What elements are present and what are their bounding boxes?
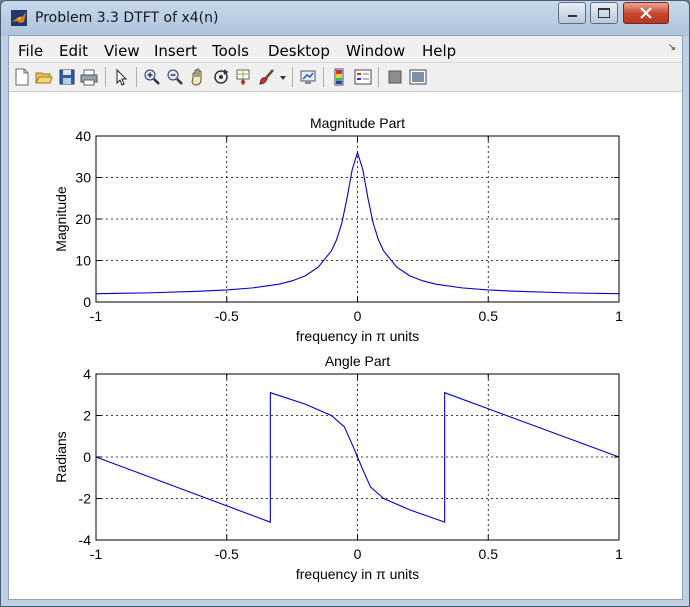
insert-legend-icon[interactable] — [354, 68, 372, 86]
brush-dropdown-icon[interactable] — [279, 68, 287, 86]
toolbar-separator — [292, 67, 293, 87]
y-tick-label: 10 — [75, 253, 91, 269]
zoom-out-icon[interactable] — [166, 68, 184, 86]
figure-toolbar — [9, 63, 682, 92]
y-tick-label: 0 — [83, 449, 91, 465]
open-file-icon[interactable] — [35, 68, 53, 86]
menu-window[interactable]: Window — [346, 42, 405, 60]
y-tick-label: 2 — [83, 408, 91, 424]
figure-client-area: File Edit View Insert Tools Desktop Wind… — [8, 35, 683, 600]
toolbar-separator — [105, 67, 106, 87]
y-tick-label: 30 — [75, 170, 91, 186]
x-tick-label: -1 — [90, 308, 103, 324]
menu-insert[interactable]: Insert — [154, 42, 197, 60]
x-tick-label: 1 — [615, 546, 623, 562]
edit-plot-arrow-icon[interactable] — [112, 68, 130, 86]
toolbar-separator — [136, 67, 137, 87]
x-tick-label: 0 — [354, 546, 362, 562]
zoom-in-icon[interactable] — [143, 68, 161, 86]
axes-1-title: Magnitude Part — [310, 115, 405, 131]
close-icon — [640, 7, 652, 19]
minimize-icon — [567, 15, 577, 17]
new-figure-icon[interactable] — [13, 68, 31, 86]
maximize-icon — [598, 8, 610, 18]
close-button[interactable] — [623, 2, 669, 24]
toolbar-separator — [378, 67, 379, 87]
pan-hand-icon[interactable] — [189, 68, 207, 86]
axes-2-title: Angle Part — [325, 353, 390, 369]
y-tick-label: 40 — [75, 128, 91, 144]
rotate-3d-icon[interactable] — [212, 68, 230, 86]
axes-1-xlabel: frequency in π units — [296, 328, 419, 344]
x-tick-label: 1 — [615, 308, 623, 324]
x-tick-label: 0 — [354, 308, 362, 324]
hide-plot-tools-icon[interactable] — [386, 68, 404, 86]
plot-area: -1 -0.5 0 0.5 1 0 10 20 30 40 Magnitude Part freque… — [9, 92, 682, 599]
matlab-logo-icon — [11, 10, 27, 26]
menu-file[interactable]: File — [18, 42, 43, 60]
axes-2-ylabel: Radians — [53, 431, 69, 482]
maximize-button[interactable] — [590, 2, 618, 24]
x-tick-label: 0.5 — [479, 308, 499, 324]
title-bar[interactable]: Problem 3.3 DTFT of x4(n) — [1, 1, 689, 35]
figure-window: Problem 3.3 DTFT of x4(n) File Edit View… — [0, 0, 690, 607]
axes-1-ylabel: Magnitude — [53, 186, 69, 252]
figure-canvas[interactable]: -1 -0.5 0 0.5 1010203040Magnitude Partfreque… — [9, 92, 682, 599]
x-tick-label: -0.5 — [215, 308, 239, 324]
menu-bar: File Edit View Insert Tools Desktop Wind… — [9, 36, 682, 63]
menu-desktop[interactable]: Desktop — [268, 42, 330, 60]
y-tick-label: 4 — [83, 366, 91, 382]
x-tick-label: -0.5 — [215, 546, 239, 562]
link-plot-icon[interactable] — [299, 68, 317, 86]
axes-2-xlabel: frequency in π units — [296, 566, 419, 582]
data-cursor-icon[interactable] — [235, 68, 253, 86]
menu-help[interactable]: Help — [422, 42, 456, 60]
minimize-button[interactable] — [558, 2, 586, 24]
y-tick-label: 0 — [83, 294, 91, 310]
toolbar-separator — [323, 67, 324, 87]
menu-overflow-arrow-icon[interactable]: ↘ — [668, 42, 676, 53]
y-tick-label: 20 — [75, 211, 91, 227]
y-tick-label: -4 — [79, 532, 92, 548]
insert-colorbar-icon[interactable] — [330, 68, 348, 86]
save-icon[interactable] — [58, 68, 76, 86]
x-tick-label: 0.5 — [479, 546, 499, 562]
menu-view[interactable]: View — [104, 42, 140, 60]
x-tick-label: -1 — [90, 546, 103, 562]
menu-tools[interactable]: Tools — [212, 42, 249, 60]
menu-edit[interactable]: Edit — [59, 42, 88, 60]
show-plot-tools-icon[interactable] — [409, 68, 427, 86]
print-icon[interactable] — [80, 68, 98, 86]
y-tick-label: -2 — [79, 491, 92, 507]
brush-icon[interactable] — [258, 68, 276, 86]
window-title: Problem 3.3 DTFT of x4(n) — [35, 10, 219, 26]
